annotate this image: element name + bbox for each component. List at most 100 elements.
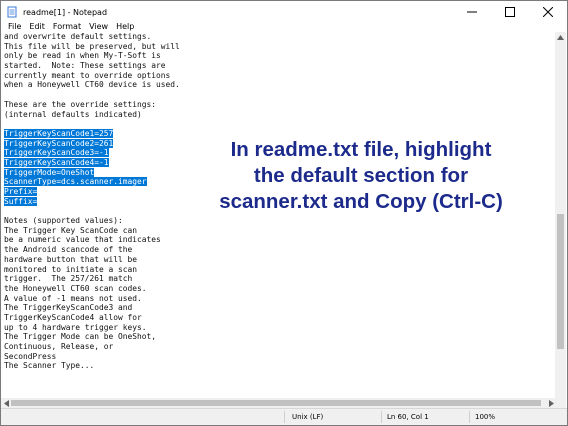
text-line[interactable]: only be read in when My-T-Soft is	[4, 51, 180, 61]
selected-text-line[interactable]: ScannerType=dcs.scanner.imager	[4, 177, 180, 187]
selected-text-line[interactable]: TriggerKeyScanCode2=261	[4, 138, 180, 149]
text-line-content: TriggerKeyScanCode1=257	[4, 128, 114, 138]
text-line-content: hardware button that will be	[4, 254, 138, 264]
text-line[interactable]: the Android scancode of the	[4, 245, 180, 255]
status-divider	[381, 411, 382, 423]
scrollbar-corner	[555, 398, 566, 408]
text-line[interactable]	[4, 206, 180, 216]
text-line[interactable]: A value of -1 means not used.	[4, 294, 180, 304]
scroll-up-button[interactable]	[555, 32, 566, 43]
menu-format[interactable]: Format	[49, 22, 85, 31]
selected-text-line[interactable]: TriggerKeyScanCode3=-1	[4, 148, 180, 158]
scroll-left-button[interactable]	[1, 398, 11, 408]
chevron-up-icon	[557, 35, 564, 40]
status-divider	[469, 411, 470, 423]
text-line-content: TriggerKeyScanCode3=-1	[4, 148, 109, 158]
text-line[interactable]: hardware button that will be	[4, 255, 180, 265]
window-controls	[453, 1, 567, 23]
vertical-scrollbar[interactable]	[555, 32, 566, 409]
text-line-content: currently meant to override options	[4, 70, 171, 80]
menu-help[interactable]: Help	[112, 22, 138, 31]
text-line-content: TriggerMode=OneShot	[4, 167, 95, 177]
status-bar: Unix (LF) Ln 60, Col 1 100%	[1, 408, 567, 425]
text-line-content: and overwrite default settings.	[4, 32, 152, 41]
text-content[interactable]: and overwrite default settings. This file…	[4, 32, 180, 371]
minimize-button[interactable]	[453, 1, 491, 23]
text-line[interactable]: the Honeywell CT60 scan codes.	[4, 284, 180, 294]
text-line-content: the Android scancode of the	[4, 245, 133, 255]
text-line-content: when a Honeywell CT60 device is used.	[4, 80, 180, 90]
status-zoom: 100%	[475, 413, 496, 421]
text-line-content: These are the override settings:	[4, 99, 157, 109]
maximize-icon	[505, 7, 515, 17]
text-line[interactable]: trigger. The 257/261 match	[4, 274, 180, 284]
text-line[interactable]	[4, 119, 180, 129]
text-line-content: ScannerType=dcs.scanner.imager	[4, 177, 147, 187]
text-line[interactable]: Notes (supported values):	[4, 216, 180, 226]
text-line-content: started. Note: These settings are	[4, 61, 166, 71]
text-line[interactable]: up to 4 hardware trigger keys.	[4, 323, 180, 333]
text-line[interactable]: (internal defaults indicated)	[4, 110, 180, 120]
maximize-button[interactable]	[491, 1, 529, 23]
text-line-content: TriggerKeyScanCode4 allow for	[4, 312, 142, 322]
text-line[interactable]: monitored to initiate a scan	[4, 265, 180, 275]
text-line-content: SecondPress	[4, 351, 57, 361]
close-icon	[543, 7, 553, 17]
text-line[interactable]: TriggerKeyScanCode4 allow for	[4, 313, 180, 323]
selected-text-line[interactable]: Suffix=	[4, 196, 180, 207]
text-line-content: The TriggerKeyScanCode3 and	[4, 303, 133, 313]
selected-text-line[interactable]: Prefix=	[4, 187, 180, 197]
notepad-window: readme[1] - Notepad File Edit Format Vie…	[0, 0, 568, 426]
chevron-right-icon	[548, 399, 554, 407]
notepad-icon	[6, 6, 18, 18]
text-line-content: TriggerKeyScanCode4=-1	[4, 157, 109, 167]
text-line-content: The Trigger Mode can be OneShot,	[4, 332, 157, 342]
text-editor[interactable]: and overwrite default settings. This file…	[1, 32, 557, 409]
text-line-content: trigger. The 257/261 match	[4, 274, 133, 284]
instruction-overlay: In readme.txt file, highlight the defaul…	[181, 137, 541, 215]
selected-text-line[interactable]: TriggerKeyScanCode4=-1	[4, 157, 180, 168]
window-title: readme[1] - Notepad	[23, 7, 108, 17]
text-line[interactable]: started. Note: These settings are	[4, 61, 180, 71]
text-line-content: only be read in when My-T-Soft is	[4, 51, 161, 61]
text-line-content: (internal defaults indicated)	[4, 109, 142, 119]
selected-text-line[interactable]: TriggerMode=OneShot	[4, 167, 180, 178]
vertical-scroll-thumb[interactable]	[557, 214, 564, 349]
status-divider	[284, 411, 285, 423]
text-line-content: Continuous, Release, or	[4, 342, 114, 351]
chevron-left-icon	[3, 399, 9, 407]
text-line[interactable]: be a numeric value that indicates	[4, 235, 180, 245]
instruction-line-3: scanner.txt and Copy (Ctrl-C)	[219, 190, 503, 213]
text-line-content: up to 4 hardware trigger keys.	[4, 322, 147, 332]
text-line[interactable]: currently meant to override options	[4, 71, 180, 81]
text-line-content: The Trigger Key ScanCode can	[4, 225, 138, 235]
horizontal-scroll-thumb[interactable]	[11, 400, 541, 406]
instruction-line-2: the default section for	[253, 164, 469, 187]
status-line-ending: Unix (LF)	[292, 413, 324, 421]
menu-edit[interactable]: Edit	[25, 22, 49, 31]
text-line-content: Notes (supported values):	[4, 216, 123, 226]
text-line[interactable]: and overwrite default settings.	[4, 32, 180, 42]
text-line[interactable]: The TriggerKeyScanCode3 and	[4, 303, 180, 313]
text-line[interactable]: These are the override settings:	[4, 100, 180, 110]
text-line[interactable]: Continuous, Release, or	[4, 342, 180, 352]
text-line[interactable]: The Trigger Mode can be OneShot,	[4, 332, 180, 342]
horizontal-scrollbar[interactable]	[1, 398, 556, 408]
instruction-line-1: In readme.txt file, highlight	[230, 138, 492, 161]
text-line[interactable]: The Scanner Type...	[4, 361, 180, 371]
text-line[interactable]: The Trigger Key ScanCode can	[4, 226, 180, 236]
menu-view[interactable]: View	[85, 22, 112, 31]
text-line-content: The Scanner Type...	[4, 361, 95, 371]
text-line[interactable]: when a Honeywell CT60 device is used.	[4, 80, 180, 90]
text-line-content: Suffix=	[4, 196, 38, 206]
menu-file[interactable]: File	[4, 22, 25, 31]
text-line[interactable]: This file will be preserved, but will	[4, 42, 180, 52]
text-line-content: be a numeric value that indicates	[4, 235, 161, 245]
text-line-content: TriggerKeyScanCode2=261	[4, 138, 114, 148]
close-button[interactable]	[529, 1, 567, 23]
selected-text-line[interactable]: TriggerKeyScanCode1=257	[4, 128, 180, 139]
text-line-content: A value of -1 means not used.	[4, 293, 142, 303]
text-line[interactable]	[4, 90, 180, 100]
text-line[interactable]: SecondPress	[4, 352, 180, 362]
status-cursor-position: Ln 60, Col 1	[387, 413, 429, 421]
